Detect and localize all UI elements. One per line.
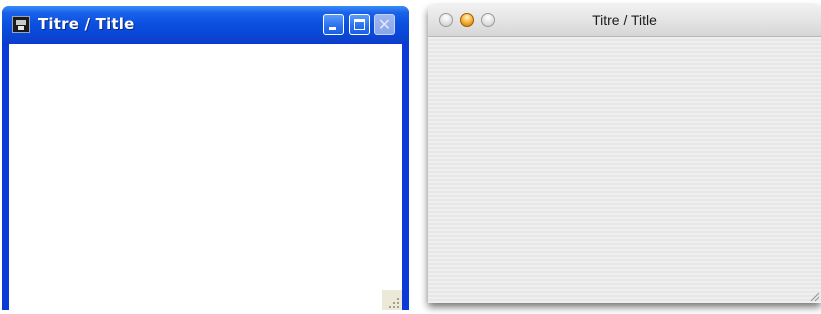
window-title: Titre / Title [38,15,135,33]
close-button[interactable]: ✕ [374,14,395,35]
resize-grip-icon[interactable] [382,290,402,310]
xp-content-area [9,44,402,310]
maximize-icon [354,19,365,30]
resize-grip-icon[interactable] [808,290,820,302]
minimize-icon [329,27,336,30]
mac-title-bar[interactable]: Titre / Title [428,5,821,37]
minimize-button[interactable] [323,14,344,35]
close-icon: ✕ [377,15,392,34]
maximize-button[interactable] [349,14,370,35]
application-icon[interactable] [12,16,30,33]
xp-window: Titre / Title ✕ [2,6,409,310]
xp-title-bar[interactable]: Titre / Title ✕ [2,6,409,42]
mac-window: Titre / Title [428,5,821,303]
mac-content-area [428,37,821,303]
desktop: Titre / Title ✕ Titre / Title [0,0,821,314]
window-title: Titre / Title [592,12,657,28]
